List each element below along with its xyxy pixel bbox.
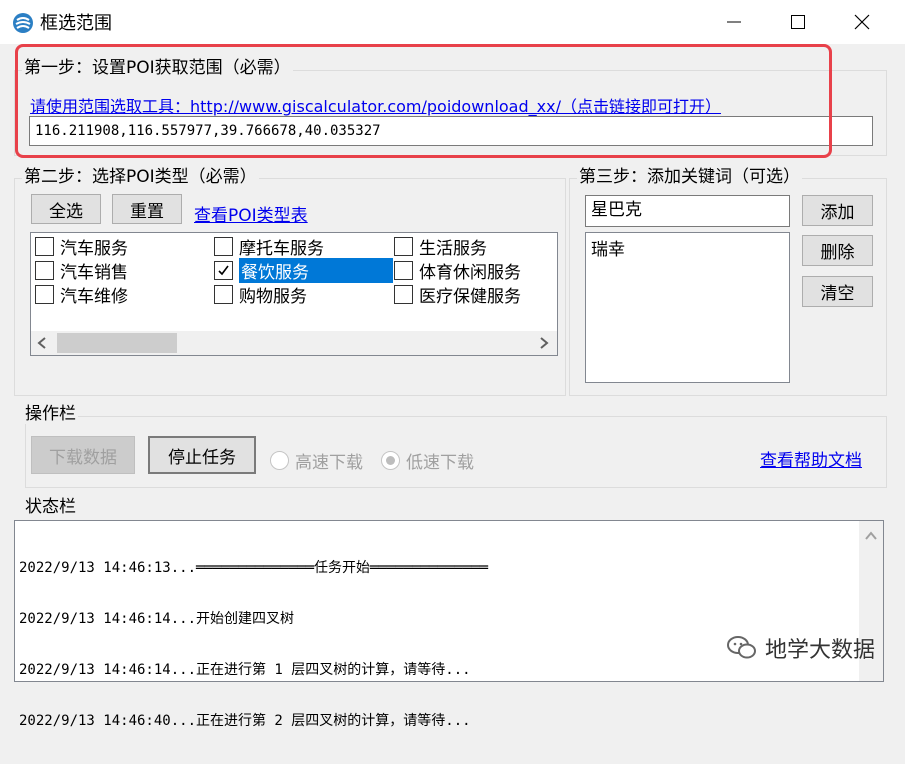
- operations-label: 操作栏: [23, 404, 78, 424]
- log-line: 2022/9/13 14:46:40...正在进行第 2 层四叉树的计算，请等待…: [19, 713, 471, 729]
- scroll-left-icon[interactable]: [37, 337, 47, 349]
- scroll-up-icon[interactable]: [865, 531, 877, 541]
- category-column-2: 摩托车服务 餐饮服务 购物服务: [214, 234, 393, 307]
- minimize-button[interactable]: [702, 0, 766, 44]
- step3-label: 第三步：添加关键词（可选）: [577, 167, 802, 187]
- checkbox[interactable]: [214, 284, 233, 304]
- delete-keyword-button[interactable]: 删除: [802, 235, 873, 266]
- window-title: 框选范围: [40, 13, 112, 34]
- category-column-1: 汽车服务 汽车销售 汽车维修: [35, 234, 128, 307]
- checkbox[interactable]: [35, 236, 54, 256]
- radio-unselected[interactable]: [270, 451, 289, 470]
- category-item[interactable]: 购物服务: [214, 282, 393, 307]
- keyword-input[interactable]: 星巴克: [585, 195, 790, 227]
- app-logo-icon: [13, 13, 33, 33]
- clear-keywords-button[interactable]: 清空: [802, 276, 873, 307]
- category-column-3: 生活服务 体育休闲服务 医疗保健服务: [394, 234, 521, 307]
- title-bar: 框选范围: [0, 0, 905, 44]
- category-item[interactable]: 体育休闲服务: [394, 258, 521, 283]
- fast-download-radio[interactable]: 高速下载: [270, 448, 363, 473]
- minimize-icon: [727, 21, 741, 23]
- select-all-button[interactable]: 全选: [31, 194, 101, 224]
- download-data-button[interactable]: 下载数据: [31, 436, 135, 474]
- highlight-annotation: [15, 44, 832, 158]
- category-item[interactable]: 摩托车服务: [214, 234, 393, 259]
- slow-download-radio[interactable]: 低速下载: [381, 448, 474, 473]
- checkbox[interactable]: [214, 236, 233, 256]
- log-line: 2022/9/13 14:46:13...══════════════任务开始═…: [19, 560, 489, 576]
- checkbox[interactable]: [394, 236, 413, 256]
- poi-category-list: 汽车服务 汽车销售 汽车维修 摩托车服务 餐饮服务 购物服务 生活服务 体育休闲…: [30, 232, 558, 356]
- status-label: 状态栏: [23, 497, 78, 517]
- checkbox[interactable]: [394, 260, 413, 280]
- scrollbar-thumb[interactable]: [57, 333, 177, 353]
- keyword-list: 瑞幸: [585, 232, 790, 383]
- reset-button[interactable]: 重置: [112, 194, 182, 224]
- step2-label: 第二步：选择POI类型（必需）: [22, 167, 259, 187]
- maximize-icon: [791, 15, 805, 29]
- wechat-icon: [727, 636, 756, 659]
- close-icon: [854, 14, 870, 30]
- category-item[interactable]: 医疗保健服务: [394, 282, 521, 307]
- keyword-list-item[interactable]: 瑞幸: [586, 233, 789, 262]
- checkbox[interactable]: [35, 284, 54, 304]
- log-line: 2022/9/13 14:46:14...正在进行第 1 层四叉树的计算，请等待…: [19, 662, 471, 678]
- horizontal-scrollbar[interactable]: [31, 331, 557, 355]
- watermark-text: 地学大数据: [765, 638, 876, 663]
- category-item[interactable]: 生活服务: [394, 234, 521, 259]
- close-button[interactable]: [830, 0, 894, 44]
- poi-types-link[interactable]: 查看POI类型表: [194, 201, 308, 226]
- category-item[interactable]: 汽车服务: [35, 234, 128, 259]
- category-item-selected[interactable]: 餐饮服务: [214, 257, 393, 283]
- category-item[interactable]: 汽车销售: [35, 258, 128, 283]
- help-docs-link[interactable]: 查看帮助文档: [760, 446, 862, 471]
- log-line: 2022/9/13 14:46:14...开始创建四叉树: [19, 611, 295, 627]
- log-lines: 2022/9/13 14:46:13...══════════════任务开始═…: [19, 526, 488, 764]
- checkbox[interactable]: [394, 284, 413, 304]
- category-item[interactable]: 汽车维修: [35, 282, 128, 307]
- maximize-button[interactable]: [766, 0, 830, 44]
- add-keyword-button[interactable]: 添加: [802, 195, 873, 226]
- stop-task-button[interactable]: 停止任务: [148, 436, 256, 474]
- scroll-right-icon[interactable]: [539, 337, 549, 349]
- watermark: 地学大数据: [727, 632, 875, 664]
- checkmark-icon: [218, 265, 229, 275]
- checkbox[interactable]: [35, 260, 54, 280]
- checkbox-checked[interactable]: [214, 260, 233, 280]
- radio-selected[interactable]: [381, 451, 400, 470]
